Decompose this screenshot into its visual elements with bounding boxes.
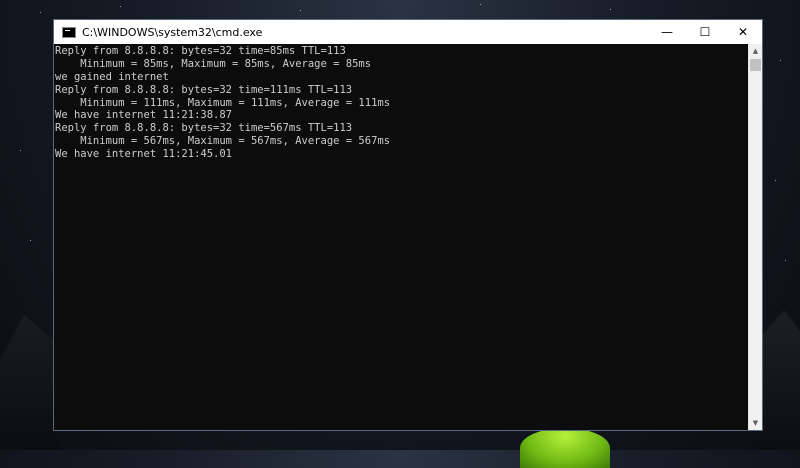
console-line: We have internet 11:21:45.01 [55,148,233,161]
star [120,6,121,7]
mountain-silhouette [760,310,800,450]
scroll-down-button[interactable]: ▼ [749,416,762,430]
mountain-silhouette [0,315,60,450]
scroll-thumb[interactable] [750,59,761,71]
star [785,260,786,261]
star [300,10,301,11]
console-output[interactable]: Reply from 8.8.8.8: bytes=32 time=85ms T… [54,44,748,430]
close-icon: ✕ [737,25,749,39]
console-line: We have internet 11:21:38.87 [55,109,233,122]
console-line: we gained internet [55,70,169,83]
maximize-button[interactable]: ☐ [686,20,724,44]
star [480,4,481,5]
cmd-window[interactable]: C:\WINDOWS\system32\cmd.exe — ☐ ✕ Reply … [53,19,763,431]
close-button[interactable]: ✕ [724,20,762,44]
scroll-up-button[interactable]: ▲ [749,44,762,58]
star [780,60,781,61]
star [610,9,611,10]
star [40,12,41,13]
maximize-icon: ☐ [699,25,711,39]
star [20,150,21,151]
console-line: Reply from 8.8.8.8: bytes=32 time=85ms T… [55,45,346,57]
chevron-down-icon: ▼ [752,419,759,427]
minimize-button[interactable]: — [648,20,686,44]
vertical-scrollbar[interactable]: ▲ ▼ [748,44,762,430]
window-title: C:\WINDOWS\system32\cmd.exe [82,25,263,39]
console-line: Minimum = 111ms, Maximum = 111ms, Averag… [55,96,391,109]
star [30,240,31,241]
console-line: Reply from 8.8.8.8: bytes=32 time=111ms … [55,83,353,96]
star [775,180,776,181]
glowing-tent [520,428,610,468]
console-line: Minimum = 567ms, Maximum = 567ms, Averag… [55,135,391,148]
console-line: Reply from 8.8.8.8: bytes=32 time=567ms … [55,122,353,135]
title-bar[interactable]: C:\WINDOWS\system32\cmd.exe — ☐ ✕ [54,20,762,44]
chevron-up-icon: ▲ [752,47,759,55]
console-line: Minimum = 85ms, Maximum = 85ms, Average … [55,57,372,70]
cmd-icon[interactable] [62,26,76,38]
minimize-icon: — [661,25,673,39]
